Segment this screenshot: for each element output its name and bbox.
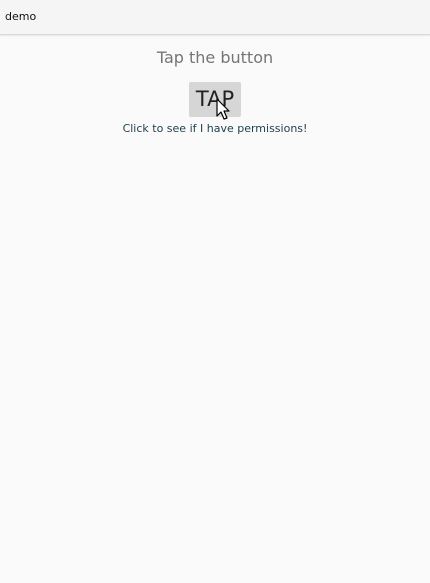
tap-button[interactable]: TAP: [189, 82, 241, 117]
page-heading: Tap the button: [156, 48, 274, 67]
permissions-hint: Click to see if I have permissions!: [122, 122, 308, 135]
main-content: Tap the button TAP Click to see if I hav…: [0, 36, 430, 583]
app-title: demo: [5, 10, 37, 23]
app-bar: demo: [0, 0, 430, 35]
